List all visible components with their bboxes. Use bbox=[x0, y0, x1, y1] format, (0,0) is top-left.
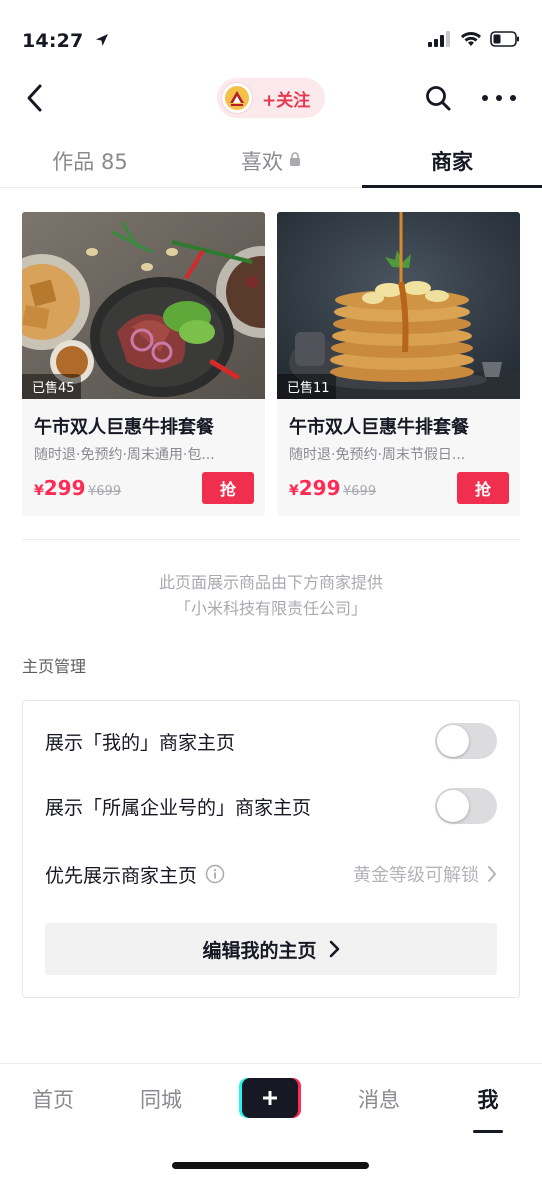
provider-notice-line: 此页面展示商品由下方商家提供 bbox=[158, 573, 383, 592]
priority-hint-text: 黄金等级可解锁 bbox=[353, 865, 479, 886]
buy-button[interactable]: 抢 bbox=[457, 472, 509, 504]
lock-icon bbox=[290, 152, 300, 166]
more-dot-icon bbox=[510, 95, 516, 101]
more-dot-icon bbox=[482, 95, 488, 101]
price-currency: ¥ bbox=[289, 483, 299, 499]
original-price: ¥699 bbox=[88, 484, 122, 499]
brand-logo-icon bbox=[225, 86, 249, 110]
management-panel: 展示「我的」商家主页 展示「所属企业号的」商家主页 优先展示商家主页 黄金等级可… bbox=[22, 700, 520, 998]
setting-label: 展示「我的」商家主页 bbox=[45, 731, 236, 754]
battery-icon bbox=[490, 31, 519, 47]
provider-company-name: 「小米科技有限责任公司」 bbox=[174, 599, 367, 618]
back-button[interactable] bbox=[18, 82, 50, 114]
edit-homepage-button[interactable]: 编辑我的主页 bbox=[45, 923, 497, 975]
tab-merchant[interactable]: 商家 bbox=[362, 136, 542, 188]
price-value: 299 bbox=[43, 476, 86, 500]
bottom-nav: 首页 同城 消息 我 bbox=[0, 1063, 542, 1180]
status-icons bbox=[428, 31, 520, 47]
product-image-pancakes: 已售11 bbox=[277, 212, 520, 399]
setting-row-my-merchant: 展示「我的」商家主页 bbox=[45, 721, 497, 761]
active-nav-indicator bbox=[473, 1130, 503, 1133]
search-icon bbox=[426, 86, 451, 111]
tab-likes[interactable]: 喜欢 bbox=[181, 136, 361, 188]
enterprise-merchant-toggle[interactable] bbox=[435, 788, 497, 824]
product-card[interactable]: 已售11 午市双人巨惠牛排套餐 随时退·免预约·周末节假日... ¥299 ¥6… bbox=[277, 212, 520, 516]
more-options-button[interactable] bbox=[482, 84, 516, 112]
search-button[interactable] bbox=[424, 84, 452, 112]
tab-label: 商家 bbox=[431, 150, 473, 174]
chevron-left-icon bbox=[27, 84, 42, 112]
wifi-icon bbox=[461, 32, 481, 46]
tab-works[interactable]: 作品 85 bbox=[0, 136, 180, 188]
provider-notice: 此页面展示商品由下方商家提供 「小米科技有限责任公司」 bbox=[0, 570, 542, 622]
setting-label: 优先展示商家主页 bbox=[45, 864, 198, 887]
price-currency: ¥ bbox=[34, 483, 44, 499]
product-image-steak: 已售45 bbox=[22, 212, 265, 399]
bottom-nav-me[interactable]: 我 bbox=[448, 1084, 528, 1114]
product-subtitle: 随时退·免预约·周末节假日... bbox=[289, 447, 466, 463]
plus-icon bbox=[239, 1078, 301, 1118]
product-subtitle: 随时退·免预约·周末通用·包... bbox=[34, 447, 215, 463]
chevron-right-icon bbox=[329, 940, 339, 958]
home-indicator bbox=[172, 1162, 369, 1169]
info-icon[interactable] bbox=[205, 864, 225, 884]
setting-row-priority[interactable]: 优先展示商家主页 黄金等级可解锁 bbox=[45, 854, 497, 894]
tab-label: 喜欢 bbox=[241, 150, 283, 174]
buy-button[interactable]: 抢 bbox=[202, 472, 254, 504]
sold-count-badge: 已售45 bbox=[22, 374, 81, 399]
product-price: ¥299 bbox=[289, 476, 341, 500]
original-price: ¥699 bbox=[343, 484, 377, 499]
nav-bar: +关注 bbox=[0, 76, 542, 122]
bottom-nav-home[interactable]: 首页 bbox=[13, 1084, 93, 1114]
status-time: 14:27 bbox=[22, 30, 110, 52]
priority-hint: 黄金等级可解锁 bbox=[353, 861, 497, 887]
profile-tabs: 作品 85 喜欢 商家 bbox=[0, 136, 542, 188]
chevron-right-icon bbox=[488, 866, 496, 882]
tab-label: 作品 85 bbox=[52, 150, 128, 174]
toggle-knob bbox=[437, 725, 469, 757]
product-price: ¥299 bbox=[34, 476, 86, 500]
cellular-signal-icon bbox=[428, 31, 450, 47]
steak-salad-illustration bbox=[22, 212, 265, 399]
section-title: 主页管理 bbox=[22, 657, 87, 676]
location-arrow-icon bbox=[96, 34, 109, 46]
avatar bbox=[221, 82, 253, 114]
my-merchant-toggle[interactable] bbox=[435, 723, 497, 759]
active-tab-indicator bbox=[362, 185, 542, 188]
clock-text: 14:27 bbox=[22, 30, 84, 52]
toggle-knob bbox=[437, 790, 469, 822]
price-value: 299 bbox=[298, 476, 341, 500]
pancake-stack-illustration bbox=[277, 212, 520, 399]
setting-row-enterprise-merchant: 展示「所属企业号的」商家主页 bbox=[45, 786, 497, 826]
follow-button[interactable]: +关注 bbox=[217, 78, 325, 118]
product-grid: 已售45 午市双人巨惠牛排套餐 随时退·免预约·周末通用·包... ¥299 ¥… bbox=[22, 212, 520, 516]
more-dot-icon bbox=[496, 95, 502, 101]
product-title: 午市双人巨惠牛排套餐 bbox=[34, 417, 214, 438]
setting-label: 展示「所属企业号的」商家主页 bbox=[45, 796, 312, 819]
follow-label: +关注 bbox=[262, 90, 311, 111]
create-button[interactable] bbox=[239, 1078, 301, 1118]
edit-homepage-label: 编辑我的主页 bbox=[202, 939, 317, 962]
bottom-nav-messages[interactable]: 消息 bbox=[339, 1084, 419, 1114]
product-card[interactable]: 已售45 午市双人巨惠牛排套餐 随时退·免预约·周末通用·包... ¥299 ¥… bbox=[22, 212, 265, 516]
status-bar: 14:27 bbox=[0, 0, 542, 76]
section-divider bbox=[22, 539, 520, 540]
sold-count-badge: 已售11 bbox=[277, 374, 336, 399]
setting-label-wrap: 优先展示商家主页 bbox=[45, 861, 225, 888]
product-title: 午市双人巨惠牛排套餐 bbox=[289, 417, 469, 438]
bottom-nav-nearby[interactable]: 同城 bbox=[121, 1084, 201, 1114]
